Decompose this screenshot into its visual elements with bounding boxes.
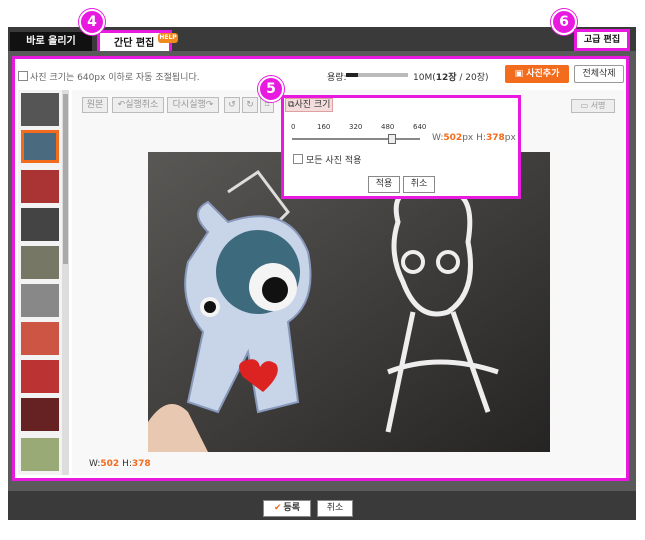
- scrollbar-thumb[interactable]: [63, 94, 68, 264]
- auto-resize-info: 사진 크기는 640px 이하로 자동 조절됩니다.: [18, 70, 200, 83]
- undo-button[interactable]: ↶실행취소: [112, 97, 164, 113]
- help-badge[interactable]: HELP: [158, 33, 178, 43]
- thumbnail[interactable]: [21, 170, 59, 203]
- scale-label: 0: [291, 123, 296, 131]
- image-dimensions: W:502 H:378: [89, 459, 151, 469]
- signature-button[interactable]: ▭ 서명: [571, 99, 615, 113]
- thumbnail[interactable]: [21, 284, 59, 317]
- rotate-left-icon[interactable]: ↺: [224, 97, 240, 113]
- thumbnail[interactable]: [21, 208, 59, 241]
- capacity-value: 10M(12장 / 20장): [413, 73, 489, 83]
- register-button[interactable]: ✔ 등록: [263, 500, 311, 517]
- scale-label: 320: [349, 123, 363, 131]
- size-slider-track[interactable]: [292, 138, 420, 140]
- info-text: 사진 크기는 640px 이하로 자동 조절됩니다.: [30, 73, 200, 83]
- thumbnail[interactable]: [21, 93, 59, 126]
- thumbnail-list: [18, 90, 62, 475]
- marker-5: 5: [258, 76, 284, 102]
- cancel-button[interactable]: 취소: [317, 500, 353, 517]
- apply-button[interactable]: 적용: [368, 176, 400, 193]
- resize-dimensions: W:502px H:378px: [432, 133, 516, 143]
- redo-icon: ↷: [205, 100, 214, 110]
- popup-cancel-button[interactable]: 취소: [403, 176, 435, 193]
- monitor-icon: ▣: [514, 69, 527, 79]
- original-button[interactable]: 원본: [82, 97, 108, 113]
- size-slider-handle[interactable]: [388, 134, 397, 144]
- thumbnail[interactable]: [21, 246, 59, 279]
- rotate-right-icon[interactable]: ↻: [242, 97, 258, 113]
- redo-button[interactable]: 다시실행↷: [167, 97, 219, 113]
- resize-popup-title: ⧉사진 크기: [285, 98, 333, 112]
- scale-label: 480: [381, 123, 395, 131]
- scale-label: 640: [413, 123, 427, 131]
- capacity-bar: [346, 73, 408, 77]
- thumbnail[interactable]: [21, 438, 59, 471]
- tab-quick-upload[interactable]: 바로 올리기: [10, 32, 92, 52]
- signature-icon: ▭: [580, 101, 591, 110]
- capacity-label: 용량:: [327, 73, 347, 83]
- thumbnail[interactable]: [21, 360, 59, 393]
- thumbnail[interactable]: [21, 322, 59, 355]
- apply-all-checkbox[interactable]: 모든 사진 적용: [293, 153, 361, 166]
- checkbox-icon: [293, 154, 303, 164]
- info-icon: [18, 71, 28, 81]
- add-photo-button[interactable]: ▣ 사진추가: [505, 65, 569, 83]
- check-icon: ✔: [273, 503, 282, 513]
- marker-4: 4: [79, 9, 105, 35]
- thumbnail-selected[interactable]: [21, 130, 59, 163]
- thumbnail[interactable]: [21, 398, 59, 431]
- capacity-fill: [346, 73, 359, 77]
- scale-label: 160: [317, 123, 331, 131]
- delete-all-button[interactable]: 전체삭제: [574, 65, 624, 83]
- thumbnail-scrollbar[interactable]: [62, 90, 69, 475]
- advanced-edit-button[interactable]: 고급 편집: [574, 29, 630, 51]
